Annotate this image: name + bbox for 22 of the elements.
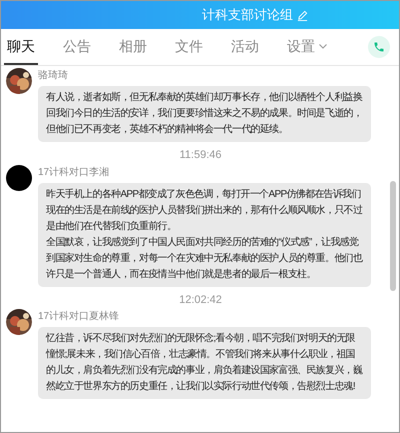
call-button[interactable] [368, 36, 390, 58]
timestamp: 12:02:42 [179, 292, 222, 308]
tab[interactable]: 设置 [284, 29, 330, 65]
phone-icon [373, 41, 385, 53]
tab[interactable]: 相册 [116, 29, 150, 65]
tab[interactable]: 公告 [60, 29, 94, 65]
message-text: 忆往昔，诉不尽我们对先烈们的无限怀念;看今朝，唱不完我们对明天的无限憧憬;展未来，我们信心百倍，壮志豪情。不管我们将来从事什么职业，祖国的儿女，肩负着先烈们没有完成的事业，肩负着建设国家富强、民族复兴，巍然屹立于世界东方的历史重任，让我们以实际行动世代传颂，告慰烈士忠魂! [46, 332, 363, 394]
sender-name: 17计科对口李湘 [38, 166, 110, 180]
avatar-icon [6, 164, 32, 190]
tab[interactable]: 活动 [228, 29, 262, 65]
scrollbar-thumb[interactable] [390, 181, 396, 291]
message-text: 有人说，逝者如斯，但无私奉献的英雄们却万事长存，他们以牺牲个人利益换回我们今日的生活的安详，我们更要珍惜这来之不易的成果。时间是飞逝的，但他们已不再变老，英雄不朽的精神将会一代一代的延续。 [46, 90, 363, 137]
chevron-down-icon [319, 44, 327, 48]
message-text: 昨天手机上的各种APP都变成了灰色色调，每打开一个APP仿佛都在告诉我们现在的生活是在前线的医护人员替我们拼出来的，那有什么顺风顺水，只不过是由他们在代替我们负重前行。 [46, 188, 363, 234]
message-text: 全国默哀，让我感觉到了中国人民面对共同经历的苦难的“仪式感”，让我感觉到国家对生命的尊重，对每一个在灾难中无私奉献的医护人员的尊重。他们也许只是一个普通人，而在疫情当中他们就是患者的最后一根支柱。 [46, 236, 363, 282]
sender-name: 骆琦琦 [38, 69, 68, 83]
tab[interactable]: 文件 [172, 29, 206, 65]
window-title: 计科支部讨论组 [202, 6, 293, 24]
timestamp: 11:59:46 [179, 148, 222, 163]
edit-icon[interactable] [297, 10, 308, 20]
tab[interactable]: 聊天 [4, 29, 38, 65]
sender-name: 17计科对口夏林锋 [38, 310, 120, 324]
